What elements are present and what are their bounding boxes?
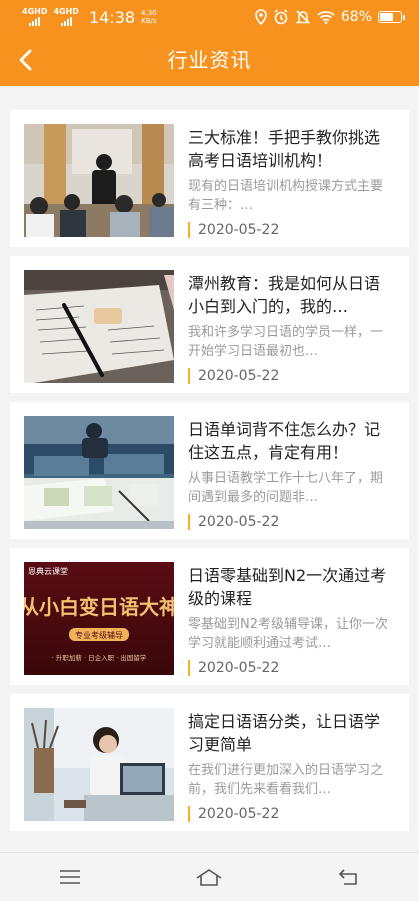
system-nav-bar [0, 852, 419, 901]
mute-icon [295, 9, 311, 25]
article-summary: 从事日语教学工作十七八年了，期间遇到最多的问题非… [188, 471, 384, 505]
banner-brand: 恩典云课堂 [28, 566, 68, 576]
status-bar: 4GHD 4GHD 14:38 4.30 KB/s 68% [0, 0, 419, 34]
status-right: 68% [255, 9, 405, 25]
battery-percent: 68% [340, 9, 372, 25]
article-title: 日语零基础到N2一次通过考级的课程 [188, 566, 387, 608]
battery-icon [378, 11, 405, 23]
network-speed: 4.30 KB/s [141, 9, 157, 25]
alarm-icon [273, 9, 289, 25]
article-summary: 我和许多学习日语的学员一样，一开始学习日语最初也… [188, 325, 384, 359]
home-button[interactable] [179, 857, 239, 897]
status-time: 14:38 [88, 7, 136, 27]
network-type-label: 4GHD [53, 7, 79, 16]
network-speed-value: 4.30 [141, 9, 157, 17]
system-back-button[interactable] [319, 857, 379, 897]
article-date: 2020-05-22 [188, 514, 279, 530]
article-thumbnail: 恩典云课堂 从小白变日语大神 专业考级辅导 · 升职加薪 · 日企入职 · 出国… [24, 562, 174, 675]
home-icon [197, 869, 222, 886]
status-left: 4GHD 4GHD 14:38 4.30 KB/s [22, 8, 157, 27]
signal-icon: 4GHD [53, 7, 79, 26]
page-title: 行业资讯 [167, 48, 252, 72]
article-thumbnail [24, 270, 174, 383]
article-date: 2020-05-22 [188, 222, 279, 238]
network-type-label: 4GHD [22, 7, 48, 16]
article-thumbnail [24, 124, 174, 237]
location-icon [255, 9, 267, 25]
article-title: 三大标准！手把手教你挑选高考日语培训机构！ [188, 128, 381, 170]
menu-button[interactable] [40, 857, 100, 897]
article-date: 2020-05-22 [188, 660, 279, 676]
article-title: 搞定日语语分类，让日语学习更简单 [188, 712, 381, 754]
article-card[interactable]: 三大标准！手把手教你挑选高考日语培训机构！ 现有的日语培训机构授课方式主要有三种… [10, 110, 409, 247]
banner-badge: 专业考级辅导 [75, 630, 123, 640]
article-card[interactable]: 日语单词背不住怎么办？记住这五点，肯定有用！ 从事日语教学工作十七八年了，期间遇… [10, 402, 409, 539]
menu-icon [59, 870, 80, 884]
article-title: 潭州教育：我是如何从日语小白到入门的，我的… [188, 274, 381, 316]
article-date: 2020-05-22 [188, 368, 279, 384]
article-thumbnail [24, 416, 174, 529]
article-card[interactable]: 潭州教育：我是如何从日语小白到入门的，我的… 我和许多学习日语的学员一样，一开始… [10, 256, 409, 393]
article-summary: 零基础到N2考级辅导课，让你一次学习就能顺利通过考试… [188, 617, 388, 651]
article-thumbnail [24, 708, 174, 821]
article-title: 日语单词背不住怎么办？记住这五点，肯定有用！ [188, 420, 381, 462]
article-card[interactable]: 搞定日语语分类，让日语学习更简单 在我们进行更加深入的日语学习之前，我们先来看看… [10, 694, 409, 831]
banner-headline: 从小白变日语大神 [24, 595, 174, 619]
article-date: 2020-05-22 [188, 806, 279, 822]
article-list: 三大标准！手把手教你挑选高考日语培训机构！ 现有的日语培训机构授课方式主要有三种… [10, 110, 409, 840]
wifi-icon [317, 10, 335, 24]
signal-icon: 4GHD [22, 8, 47, 26]
article-summary: 在我们进行更加深入的日语学习之前，我们先来看看我们… [188, 763, 384, 797]
header-bar: 行业资讯 [0, 34, 419, 86]
back-icon [339, 869, 357, 885]
network-speed-unit: KB/s [141, 17, 157, 25]
banner-tags: · 升职加薪 · 日企入职 · 出国留学 [52, 653, 147, 662]
article-card[interactable]: 恩典云课堂 从小白变日语大神 专业考级辅导 · 升职加薪 · 日企入职 · 出国… [10, 548, 409, 685]
article-summary: 现有的日语培训机构授课方式主要有三种：… [188, 179, 384, 213]
